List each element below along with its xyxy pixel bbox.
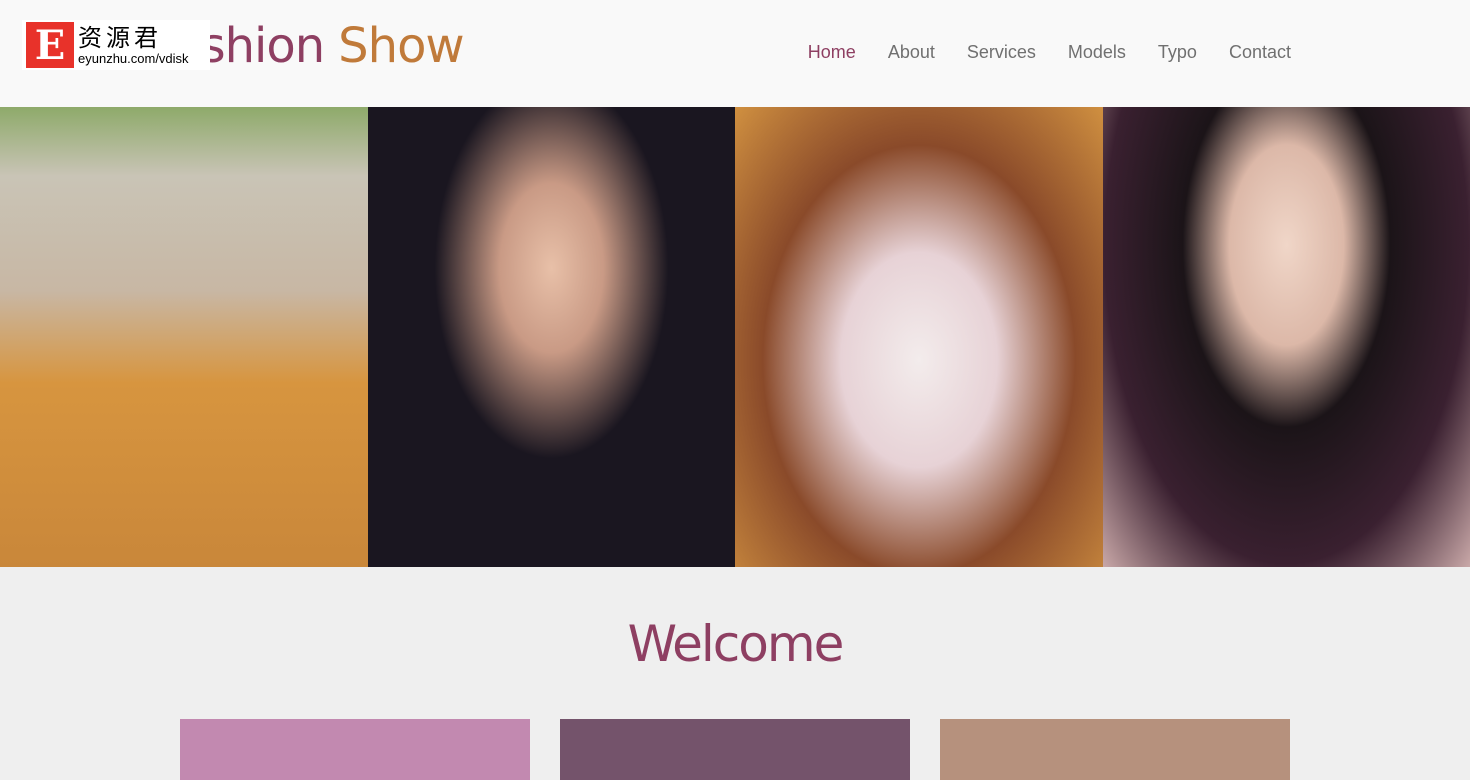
nav-services[interactable]: Services xyxy=(967,42,1036,63)
model-gallery xyxy=(0,107,1470,567)
nav-about[interactable]: About xyxy=(888,42,935,63)
nav-contact[interactable]: Contact xyxy=(1229,42,1291,63)
watermark-e-icon: E xyxy=(26,22,74,69)
site-header: Fashion Show E 资源君 eyunzhu.com/vdisk Home … xyxy=(0,0,1470,107)
model-photo-3[interactable] xyxy=(735,107,1103,567)
feature-box-1 xyxy=(180,719,530,780)
model-photo-1[interactable] xyxy=(0,107,368,567)
nav-home[interactable]: Home xyxy=(808,42,856,63)
main-nav: Home About Services Models Typo Contact xyxy=(808,42,1291,63)
nav-typo[interactable]: Typo xyxy=(1158,42,1197,63)
nav-models[interactable]: Models xyxy=(1068,42,1126,63)
model-photo-4[interactable] xyxy=(1102,107,1470,567)
watermark-logo: E 资源君 eyunzhu.com/vdisk xyxy=(22,20,210,70)
model-photo-2[interactable] xyxy=(367,107,735,567)
feature-box-2 xyxy=(560,719,910,780)
welcome-heading: Welcome xyxy=(627,615,845,673)
feature-box-3 xyxy=(940,719,1290,780)
